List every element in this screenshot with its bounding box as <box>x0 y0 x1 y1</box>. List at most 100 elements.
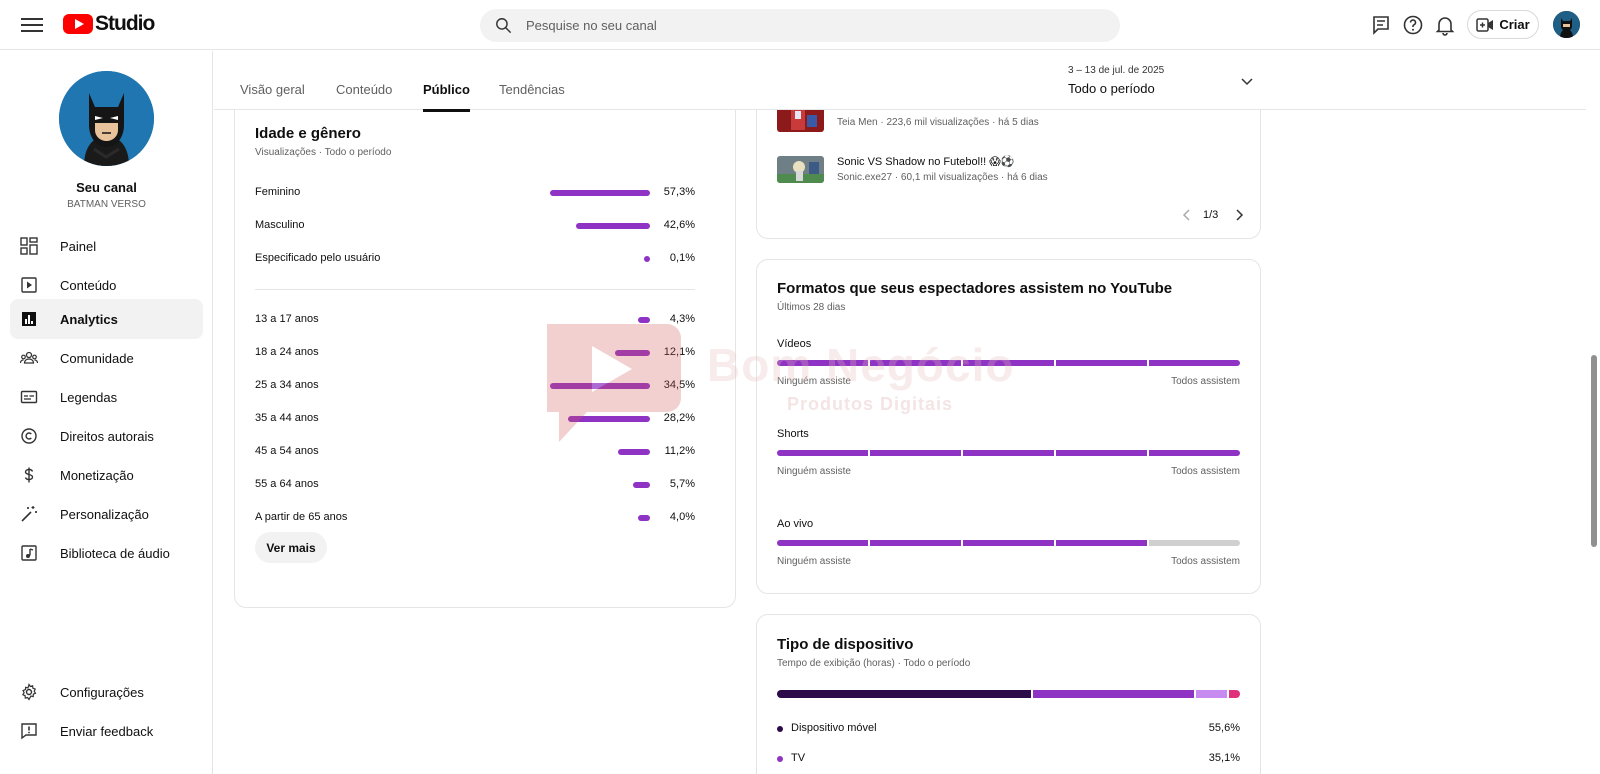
sidebar-item-analytics[interactable]: Analytics <box>10 299 203 339</box>
create-button[interactable]: Criar <box>1467 10 1539 39</box>
format-label: Ao vivo <box>777 518 814 530</box>
format-bar-segment <box>870 360 961 366</box>
age-pct: 34,5% <box>663 379 695 391</box>
sidebar-item-label: Legendas <box>60 389 118 405</box>
sidebar-item-label: Comunidade <box>60 350 134 366</box>
sidebar-item-label: Personalização <box>60 506 149 522</box>
sidebar-item-personalizacao[interactable]: Personalização <box>10 494 203 534</box>
device-bar-segment <box>1195 690 1227 698</box>
gender-label: Masculino <box>255 219 305 231</box>
analytics-tabs-bar: Visão geral Conteúdo Público Tendências … <box>214 51 1586 112</box>
tab-conteudo[interactable]: Conteúdo <box>336 82 392 97</box>
account-avatar[interactable] <box>1553 11 1580 38</box>
device-label: Dispositivo móvel <box>791 722 877 734</box>
video-meta: Sonic.exe27 · 60,1 mil visualizações · h… <box>837 172 1048 183</box>
bell-icon[interactable] <box>1433 13 1457 37</box>
age-label: 13 a 17 anos <box>255 313 319 325</box>
age-pct: 12,1% <box>663 346 695 358</box>
sidebar-item-painel[interactable]: Painel <box>10 226 203 266</box>
tab-visao-geral[interactable]: Visão geral <box>240 82 305 97</box>
video-title[interactable]: Sonic VS Shadow no Futebol!! 😱⚽ <box>837 155 1014 168</box>
video-meta: Teia Men · 223,6 mil visualizações · há … <box>837 117 1039 128</box>
channel-handle: BATMAN VERSO <box>67 199 146 210</box>
format-label: Shorts <box>777 428 809 440</box>
scrollbar-thumb[interactable] <box>1591 355 1597 547</box>
sidebar-item-legendas[interactable]: Legendas <box>10 377 203 417</box>
chevron-left-icon[interactable] <box>1181 209 1193 221</box>
age-pct: 11,2% <box>664 445 695 457</box>
sidebar-item-comunidade[interactable]: Comunidade <box>10 338 203 378</box>
gender-bar <box>550 190 650 196</box>
tab-tendencias[interactable]: Tendências <box>499 82 565 97</box>
age-pct: 4,0% <box>669 511 695 523</box>
date-range[interactable]: 3 – 13 de jul. de 2025 <box>1068 65 1164 76</box>
gender-label: Especificado pelo usuário <box>255 252 381 264</box>
sidebar-item-configuracoes[interactable]: Configurações <box>10 672 203 712</box>
subtitles-icon <box>20 390 38 404</box>
device-type-card: Tipo de dispositivo Tempo de exibição (h… <box>756 614 1261 774</box>
channel-avatar[interactable] <box>59 71 154 166</box>
sidebar-item-label: Analytics <box>60 311 118 327</box>
device-bar-segment <box>1033 690 1194 698</box>
age-bar <box>633 482 650 488</box>
device-row: TV 35,1% <box>777 752 1240 766</box>
sidebar-item-monetizacao[interactable]: Monetização <box>10 455 203 495</box>
chevron-right-icon[interactable] <box>1233 209 1245 221</box>
device-pct: 35,1% <box>1208 752 1240 764</box>
divider <box>255 289 695 290</box>
format-bar-segment <box>870 540 961 546</box>
studio-logo[interactable]: Studio <box>63 12 155 36</box>
search-box <box>480 9 1120 42</box>
age-label: 35 a 44 anos <box>255 412 319 424</box>
sidebar-item-label: Painel <box>60 238 97 254</box>
gender-pct: 0,1% <box>669 252 695 264</box>
legend-dot <box>777 756 783 762</box>
channel-name: Seu canal <box>76 180 137 195</box>
comments-icon[interactable] <box>1369 13 1393 37</box>
age-label: A partir de 65 anos <box>255 511 348 523</box>
sidebar-item-direitos-autorais[interactable]: Direitos autorais <box>10 416 203 456</box>
age-bar <box>637 317 650 323</box>
scrollbar[interactable] <box>1588 51 1600 774</box>
age-label: 45 a 54 anos <box>255 445 319 457</box>
card-title: Formatos que seus espectadores assistem … <box>777 280 1173 297</box>
gender-bar <box>644 256 650 262</box>
scale-left-label: Ninguém assiste <box>777 556 851 567</box>
age-bar <box>614 350 650 356</box>
format-bar-segment <box>1056 450 1147 456</box>
gender-pct: 42,6% <box>663 219 695 231</box>
format-bar-segment <box>1056 540 1147 546</box>
format-bar-segment <box>1149 360 1240 366</box>
card-subtitle: Últimos 28 dias <box>777 302 846 313</box>
chevron-down-icon[interactable] <box>1240 74 1254 88</box>
sidebar-item-feedback[interactable]: Enviar feedback <box>10 711 203 751</box>
search-icon[interactable] <box>494 16 513 35</box>
logo-text: Studio <box>95 12 155 35</box>
format-bar <box>777 540 1240 546</box>
video-thumbnail[interactable] <box>777 156 824 183</box>
age-bar <box>550 383 650 389</box>
age-bar <box>617 449 650 455</box>
youtube-logo-icon <box>63 14 93 34</box>
search-input[interactable] <box>526 9 1086 42</box>
help-icon[interactable] <box>1401 13 1425 37</box>
age-pct: 28,2% <box>663 412 695 424</box>
sidebar-item-label: Monetização <box>60 467 134 483</box>
menu-icon[interactable] <box>21 14 43 36</box>
scale-right-label: Todos assistem <box>1171 466 1240 477</box>
device-stacked-bar <box>777 690 1240 698</box>
sidebar-item-biblioteca-audio[interactable]: Biblioteca de áudio <box>10 533 203 573</box>
card-title: Idade e gênero <box>255 125 361 142</box>
tab-publico[interactable]: Público <box>423 82 470 112</box>
sidebar-item-label: Enviar feedback <box>60 723 154 739</box>
dashboard-icon <box>20 237 38 255</box>
age-bar <box>638 515 650 521</box>
see-more-button[interactable]: Ver mais <box>255 532 327 563</box>
content-icon <box>21 277 37 293</box>
date-period[interactable]: Todo o período <box>1068 81 1155 96</box>
age-label: 18 a 24 anos <box>255 346 319 358</box>
age-gender-card: Idade e gênero Visualizações · Todo o pe… <box>234 80 736 608</box>
formats-card: Formatos que seus espectadores assistem … <box>756 259 1261 594</box>
dollar-icon <box>24 467 34 483</box>
age-pct: 4,3% <box>669 313 695 325</box>
